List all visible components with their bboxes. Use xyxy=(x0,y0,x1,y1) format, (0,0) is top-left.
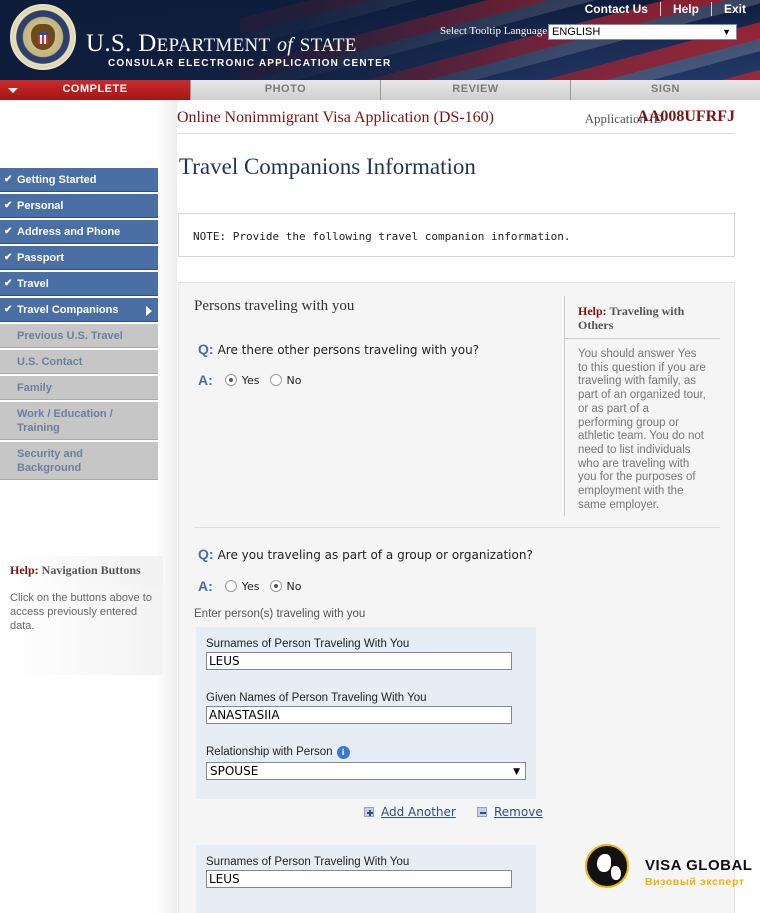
page-title: Travel Companions Information xyxy=(179,154,476,179)
add-another-button[interactable]: Add Another xyxy=(364,805,456,819)
radio-other-persons-no[interactable] xyxy=(269,374,282,386)
help-navigation-text: Click on the buttons above to access pre… xyxy=(0,585,163,675)
enter-persons-label: Enter person(s) traveling with you xyxy=(194,608,366,620)
sidebar-item-us-contact[interactable]: U.S. Contact xyxy=(0,350,158,374)
tab-review[interactable]: REVIEW xyxy=(381,80,571,100)
application-title: Online Nonimmigrant Visa Application (DS… xyxy=(177,109,494,126)
tab-photo[interactable]: PHOTO xyxy=(191,80,381,100)
sidebar-item-family[interactable]: Family xyxy=(0,376,158,400)
companion-entry-2: Surnames of Person Traveling With You LE… xyxy=(196,845,536,913)
watermark-name: VISA GLOBAL xyxy=(645,857,753,874)
answer-other-persons: A: Yes No xyxy=(198,372,302,388)
help-traveling-text: You should answer Yes to this question i… xyxy=(578,348,706,511)
radio-other-persons-yes[interactable] xyxy=(224,374,237,386)
minus-icon xyxy=(477,807,487,817)
language-select[interactable]: ENGLISH ▼ xyxy=(548,24,737,40)
given-names-input[interactable]: ANASTASIIA xyxy=(206,706,512,724)
sidebar-item-getting-started[interactable]: ✔ Getting Started xyxy=(0,168,158,192)
globe-logo-icon xyxy=(585,844,629,888)
watermark-tagline: Визовый эксперт xyxy=(645,876,745,888)
help-traveling-title: Help: Traveling with Others xyxy=(565,296,720,339)
radio-group-yes[interactable] xyxy=(224,580,237,592)
tab-sign[interactable]: SIGN xyxy=(571,80,760,100)
department-title: U.S. DEPARTMENT of STATE xyxy=(86,30,357,57)
department-subtitle: CONSULAR ELECTRONIC APPLICATION CENTER xyxy=(108,58,392,69)
check-icon: ✔ xyxy=(4,252,13,263)
sidebar-item-personal[interactable]: ✔ Personal xyxy=(0,194,158,218)
sidebar-nav: ✔ Getting Started ✔ Personal ✔ Address and … xyxy=(0,168,158,482)
sidebar-item-security-background[interactable]: Security and Background xyxy=(0,442,158,480)
application-header: Online Nonimmigrant Visa Application (DS… xyxy=(177,100,735,134)
remove-button[interactable]: Remove xyxy=(477,805,543,819)
chevron-down-icon: ▼ xyxy=(513,767,520,777)
section-title: Persons traveling with you xyxy=(194,298,355,314)
help-link[interactable]: Help xyxy=(659,2,711,16)
plus-icon xyxy=(364,807,374,817)
sidebar-item-previous-us-travel[interactable]: Previous U.S. Travel xyxy=(0,324,158,348)
sidebar-item-travel-companions[interactable]: ✔ Travel Companions xyxy=(0,298,158,322)
check-icon: ✔ xyxy=(4,304,13,315)
check-icon: ✔ xyxy=(4,200,13,211)
relationship-label: Relationship with Person i xyxy=(206,746,350,759)
given-names-label: Given Names of Person Traveling With You xyxy=(206,692,427,704)
application-id: AA008UFRFJ xyxy=(637,108,735,125)
progress-tabs: COMPLETE PHOTO REVIEW SIGN xyxy=(0,80,760,100)
sidebar-item-work-education[interactable]: Work / Education / Training xyxy=(0,402,158,440)
tab-complete[interactable]: COMPLETE xyxy=(0,80,191,100)
department-seal-icon xyxy=(10,4,76,70)
sidebar-item-travel[interactable]: ✔ Travel xyxy=(0,272,158,296)
section-divider xyxy=(194,527,720,528)
info-icon[interactable]: i xyxy=(336,746,350,759)
help-navigation-panel: Help: Navigation Buttons Click on the bu… xyxy=(0,556,163,675)
relationship-select[interactable]: SPOUSE ▼ xyxy=(206,762,526,780)
sidebar-item-address-phone[interactable]: ✔ Address and Phone xyxy=(0,220,158,244)
arrow-right-icon xyxy=(146,306,152,316)
question-other-persons: Q: Are there other persons traveling with… xyxy=(198,341,480,357)
visa-global-watermark: VISA GLOBAL Визовый эксперт xyxy=(585,844,752,896)
question-group: Q: Are you traveling as part of a group o… xyxy=(198,546,533,562)
surname-label: Surnames of Person Traveling With You xyxy=(206,638,410,650)
exit-link[interactable]: Exit xyxy=(710,2,746,16)
surname-label: Surnames of Person Traveling With You xyxy=(206,856,410,868)
note-box: NOTE: Provide the following travel compa… xyxy=(178,213,735,257)
radio-group-no[interactable] xyxy=(269,580,282,592)
check-icon: ✔ xyxy=(4,174,13,185)
help-traveling-panel: Help: Traveling with Others You should a… xyxy=(564,296,720,516)
note-text: NOTE: Provide the following travel compa… xyxy=(193,230,571,243)
top-links: Contact Us Help Exit xyxy=(573,2,746,16)
contact-us-link[interactable]: Contact Us xyxy=(573,2,660,16)
surname-input[interactable]: LEUS xyxy=(206,870,512,888)
help-navigation-title: Help: Navigation Buttons xyxy=(0,556,163,585)
check-icon: ✔ xyxy=(4,226,13,237)
companion-entry-1: Surnames of Person Traveling With You LE… xyxy=(196,627,536,799)
sidebar-item-passport[interactable]: ✔ Passport xyxy=(0,246,158,270)
language-label: Select Tooltip Language xyxy=(440,25,548,37)
answer-group: A: Yes No xyxy=(198,578,302,594)
chevron-down-icon: ▼ xyxy=(722,27,731,37)
check-icon: ✔ xyxy=(4,278,13,289)
site-header: U.S. DEPARTMENT of STATE CONSULAR ELECTR… xyxy=(0,0,760,80)
surname-input[interactable]: LEUS xyxy=(206,652,512,670)
caret-down-icon xyxy=(8,88,18,93)
